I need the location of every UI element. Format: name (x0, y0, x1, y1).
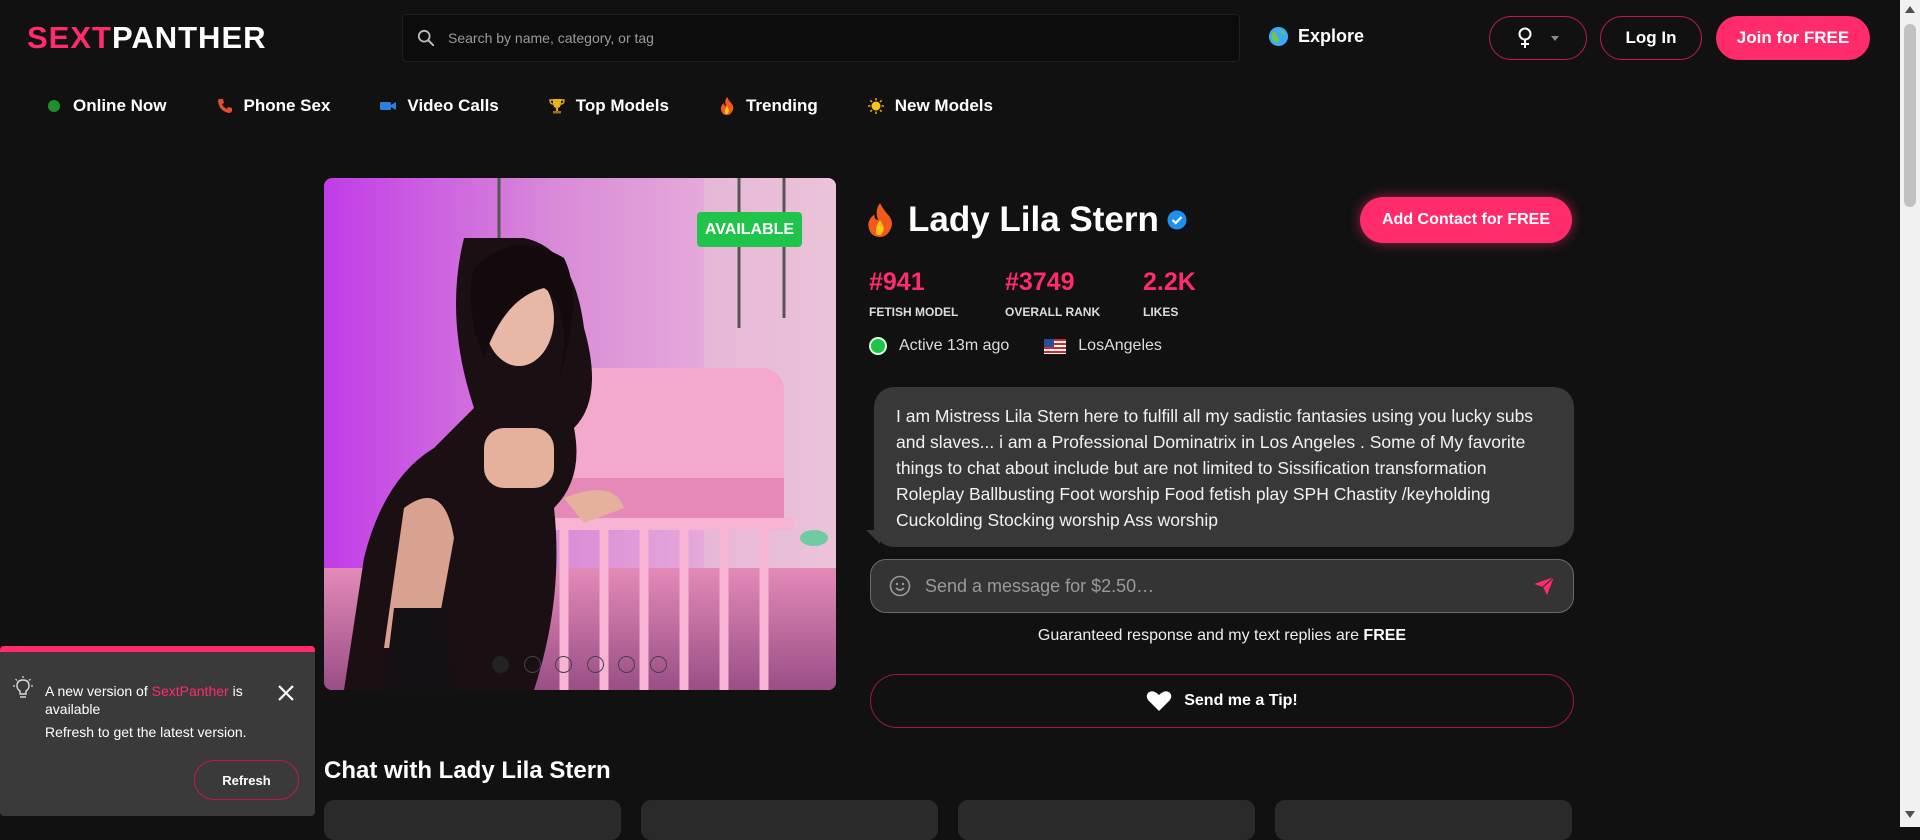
chat-option-card[interactable] (1275, 800, 1572, 840)
nav-label: Trending (745, 96, 818, 115)
nav-online-now[interactable]: Online Now (46, 96, 167, 116)
stat-label: LIKES (1143, 305, 1179, 319)
explore-link[interactable]: Explore (1268, 26, 1364, 47)
chat-option-card[interactable] (324, 800, 621, 840)
carousel-dot[interactable] (586, 656, 604, 673)
stat-value: 2.2K (1143, 268, 1196, 296)
nav-label: Video Calls (407, 96, 499, 115)
carousel-dot[interactable] (649, 656, 667, 673)
chat-section-title: Chat with Lady Lila Stern (324, 757, 611, 784)
guaranteed-text: Guaranteed response and my text replies … (1037, 627, 1359, 644)
female-symbol-icon (1518, 27, 1532, 48)
carousel-dot[interactable] (523, 656, 541, 673)
photo-carousel-dots (492, 656, 681, 673)
bio-bubble-tail (866, 530, 880, 544)
available-badge: AVAILABLE (697, 212, 802, 247)
tip-label: Send me a Tip! (1184, 692, 1298, 709)
location-text: LosAngeles (1078, 337, 1162, 354)
nav-label: Phone Sex (243, 96, 331, 115)
trophy-icon (549, 98, 565, 114)
carousel-dot[interactable] (492, 656, 509, 673)
online-status-icon (869, 337, 887, 355)
chat-option-card[interactable] (958, 800, 1255, 840)
stat-label: FETISH MODEL (869, 305, 959, 319)
send-tip-button[interactable]: Send me a Tip! (870, 674, 1574, 728)
phone-icon (217, 98, 233, 114)
profile-name-row: Lady Lila Stern (866, 200, 1187, 240)
emoji-icon[interactable] (889, 575, 911, 597)
gender-select-button[interactable] (1489, 16, 1587, 60)
lightbulb-icon (13, 676, 33, 698)
bio-text: I am Mistress Lila Stern here to fulfill… (896, 406, 1534, 530)
carousel-dot[interactable] (555, 656, 572, 673)
site-logo[interactable]: SEXTPANTHER (27, 20, 267, 56)
sun-icon (867, 98, 884, 114)
carousel-dot[interactable] (618, 656, 635, 673)
nav-label: New Models (894, 96, 993, 115)
chat-option-card[interactable] (641, 800, 938, 840)
heart-icon (1146, 691, 1172, 711)
green-dot-icon (46, 98, 62, 114)
update-notification-toast: A new version of SextPanther is availabl… (0, 646, 315, 816)
nav-new-models[interactable]: New Models (867, 96, 993, 116)
nav-label: Top Models (575, 96, 669, 115)
refresh-button[interactable]: Refresh (194, 760, 299, 800)
fire-icon (719, 97, 735, 115)
stat-fetish-rank: #941 FETISH MODEL (869, 268, 958, 319)
toast-subtext: Refresh to get the latest version. (45, 724, 247, 740)
guaranteed-response-note: Guaranteed response and my text replies … (870, 627, 1574, 645)
guaranteed-free-text: FREE (1363, 627, 1407, 644)
logo-text-part2: PANTHER (111, 20, 267, 55)
stat-value: #3749 (1005, 268, 1075, 296)
nav-video-calls[interactable]: Video Calls (380, 96, 499, 116)
scrollbar-thumb[interactable] (1904, 24, 1916, 207)
status-row: Active 13m ago LosAngeles (869, 337, 1162, 355)
toast-message: A new version of SextPanther is availabl… (45, 682, 285, 718)
stat-label: OVERALL RANK (1005, 305, 1101, 319)
fire-icon (868, 203, 892, 237)
close-icon[interactable] (278, 685, 294, 701)
toast-brand: SextPanther (151, 683, 229, 699)
nav-phone-sex[interactable]: Phone Sex (217, 96, 331, 116)
message-input[interactable] (923, 574, 1533, 598)
scroll-up-arrow-icon[interactable] (1905, 6, 1915, 13)
search-input[interactable] (446, 29, 1146, 47)
message-composer[interactable] (870, 559, 1574, 613)
logo-text-part1: SEXT (27, 20, 112, 55)
search-bar[interactable] (402, 14, 1240, 62)
join-button[interactable]: Join for FREE (1716, 16, 1870, 60)
verified-badge-icon (1167, 210, 1187, 230)
nav-trending[interactable]: Trending (719, 96, 818, 116)
us-flag-icon (1044, 338, 1067, 354)
nav-top-models[interactable]: Top Models (549, 96, 669, 116)
video-camera-icon (380, 98, 397, 114)
add-contact-button[interactable]: Add Contact for FREE (1360, 197, 1572, 243)
profile-photo[interactable] (324, 178, 836, 690)
send-icon[interactable] (1533, 576, 1555, 596)
stat-likes: 2.2K LIKES (1143, 268, 1196, 319)
nav-label: Online Now (73, 96, 167, 115)
profile-name: Lady Lila Stern (908, 200, 1159, 239)
stat-overall-rank: #3749 OVERALL RANK (1005, 268, 1100, 319)
stat-value: #941 (869, 268, 925, 296)
toast-text-prefix: A new version of (45, 683, 148, 699)
active-status-text: Active 13m ago (899, 337, 1010, 354)
chevron-down-icon (1551, 35, 1559, 41)
search-icon (417, 29, 435, 47)
scroll-down-arrow-icon[interactable] (1905, 811, 1915, 818)
explore-label: Explore (1298, 26, 1365, 46)
globe-icon (1268, 26, 1289, 47)
category-nav: Online Now Phone Sex Video Calls Top Mod… (46, 96, 1043, 116)
bio-bubble: I am Mistress Lila Stern here to fulfill… (874, 387, 1574, 547)
login-button[interactable]: Log In (1600, 16, 1702, 60)
